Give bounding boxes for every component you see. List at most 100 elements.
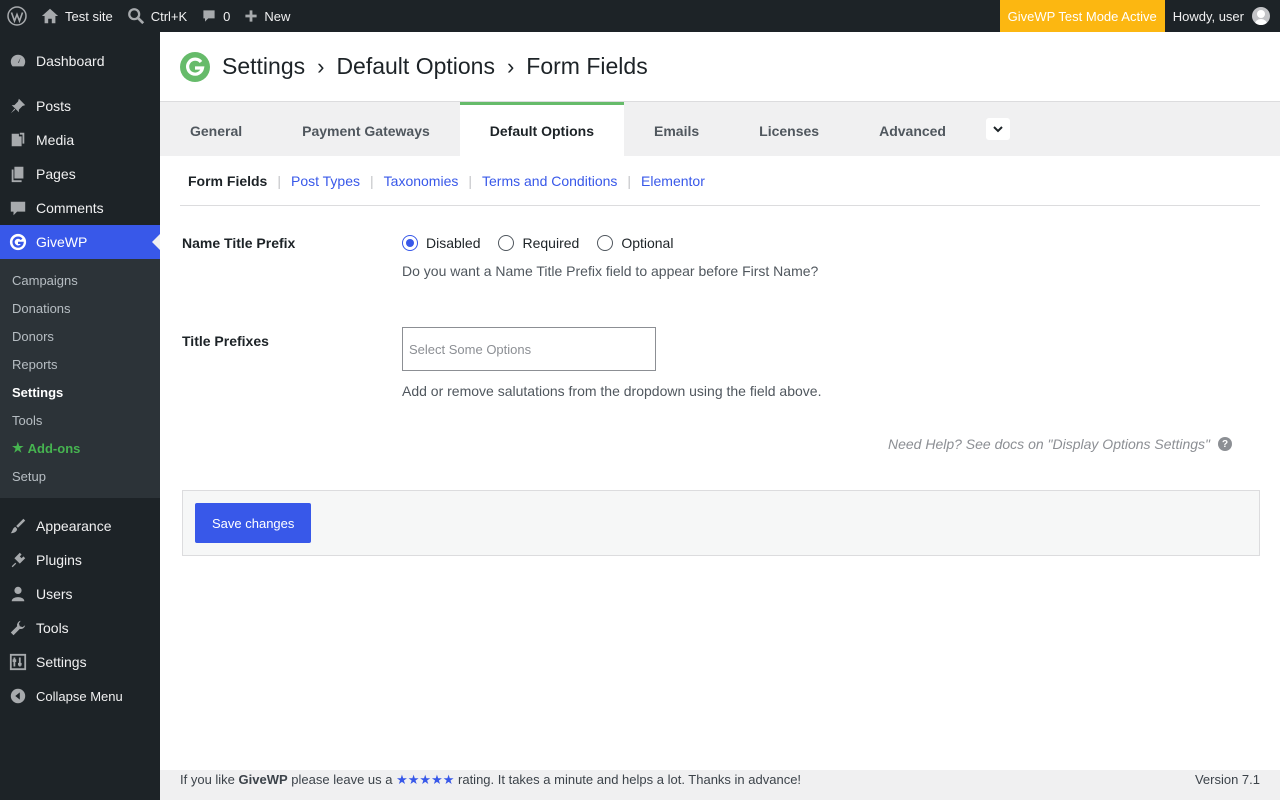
breadcrumb-separator: ›: [506, 53, 515, 79]
sidebar-item-users[interactable]: Users: [0, 577, 160, 611]
user-icon: [8, 584, 28, 604]
sidebar-item-label: Plugins: [36, 552, 82, 568]
subnav-divider: |: [627, 172, 632, 189]
sidebar-item-appearance[interactable]: Appearance: [0, 509, 160, 543]
sidebar-item-label: Media: [36, 132, 75, 148]
radio-required[interactable]: Required: [498, 235, 579, 251]
test-mode-badge[interactable]: GiveWP Test Mode Active: [999, 0, 1165, 32]
wrench-icon: [8, 618, 28, 638]
collapse-menu-button[interactable]: Collapse Menu: [0, 679, 160, 713]
tab-general[interactable]: General: [160, 102, 272, 156]
radio-button-checked[interactable]: [402, 235, 418, 251]
tab-emails[interactable]: Emails: [624, 102, 729, 156]
submenu-donations[interactable]: Donations: [0, 294, 160, 322]
main-content: Settings › Default Options › Form Fields…: [160, 32, 1280, 800]
breadcrumb-form-fields: Form Fields: [526, 53, 648, 79]
sidebar-item-plugins[interactable]: Plugins: [0, 543, 160, 577]
breadcrumb-default-options[interactable]: Default Options: [336, 53, 495, 80]
user-account-menu[interactable]: Howdy, user: [1165, 0, 1280, 32]
help-link[interactable]: Need Help? See docs on "Display Options …: [888, 436, 1232, 452]
site-name: Test site: [65, 8, 113, 24]
comment-icon: [203, 10, 215, 22]
site-link[interactable]: Test site: [34, 0, 120, 32]
command-search[interactable]: Ctrl+K: [120, 0, 194, 32]
comments-link[interactable]: 0: [194, 0, 237, 32]
submenu-tools[interactable]: Tools: [0, 406, 160, 434]
subnav-terms-and-conditions[interactable]: Terms and Conditions: [482, 173, 617, 189]
name-title-prefix-description: Do you want a Name Title Prefix field to…: [402, 263, 819, 279]
dashboard-icon: [8, 51, 28, 71]
settings-icon: [8, 652, 28, 672]
givewp-logo-icon: [180, 51, 210, 82]
sidebar-item-label: Tools: [36, 620, 69, 636]
plug-icon: [8, 550, 28, 570]
avatar: [1252, 7, 1270, 25]
collapse-label: Collapse Menu: [36, 688, 123, 704]
sidebar-item-label: GiveWP: [36, 234, 88, 250]
sidebar-item-pages[interactable]: Pages: [0, 157, 160, 191]
sidebar-item-label: Posts: [36, 98, 72, 114]
subnav-form-fields[interactable]: Form Fields: [188, 173, 267, 189]
sidebar-item-label: Comments: [36, 200, 104, 216]
tab-licenses[interactable]: Licenses: [729, 102, 849, 156]
sidebar-item-comments[interactable]: Comments: [0, 191, 160, 225]
new-label: New: [264, 8, 291, 24]
givewp-icon: [8, 232, 28, 252]
media-icon: [8, 130, 28, 150]
subnav-post-types[interactable]: Post Types: [291, 173, 360, 189]
sidebar-item-tools[interactable]: Tools: [0, 611, 160, 645]
rating-stars-link[interactable]: ★★★★★: [396, 772, 454, 787]
sidebar-item-posts[interactable]: Posts: [0, 89, 160, 123]
subnav-elementor[interactable]: Elementor: [641, 173, 705, 189]
subnav-divider: |: [370, 172, 374, 189]
radio-label: Required: [522, 235, 580, 251]
search-icon: [127, 8, 144, 25]
wordpress-logo-icon[interactable]: [0, 0, 34, 32]
subnav-taxonomies[interactable]: Taxonomies: [384, 173, 459, 189]
name-title-prefix-row: Name Title Prefix Disabled Required Opti…: [182, 235, 818, 279]
submenu-donors[interactable]: Donors: [0, 322, 160, 350]
radio-disabled[interactable]: Disabled: [402, 235, 480, 251]
sidebar-item-label: Settings: [36, 654, 87, 670]
chevron-down-icon: [993, 126, 1003, 133]
title-prefixes-select[interactable]: Select Some Options: [402, 327, 656, 371]
settings-panel: Form Fields | Post Types | Taxonomies | …: [160, 156, 1280, 770]
breadcrumb-settings[interactable]: Settings: [222, 53, 305, 80]
radio-button[interactable]: [597, 235, 614, 251]
name-title-prefix-label: Name Title Prefix: [182, 235, 296, 251]
save-bar: Save changes: [182, 490, 1260, 556]
sidebar-item-dashboard[interactable]: Dashboard: [0, 44, 160, 78]
submenu-setup[interactable]: Setup: [0, 462, 160, 490]
sidebar-item-settings[interactable]: Settings: [0, 645, 160, 679]
footer-rating-text: If you like GiveWP please leave us a ★★★…: [180, 772, 801, 788]
home-icon: [41, 8, 59, 24]
subnav-divider: |: [277, 172, 281, 189]
tab-default-options[interactable]: Default Options: [459, 102, 624, 156]
tab-payment-gateways[interactable]: Payment Gateways: [272, 102, 460, 156]
tab-advanced[interactable]: Advanced: [849, 102, 976, 156]
radio-label: Disabled: [426, 235, 481, 251]
radio-optional[interactable]: Optional: [597, 235, 673, 251]
sidebar-item-label: Dashboard: [36, 53, 105, 69]
sidebar-item-givewp[interactable]: GiveWP: [0, 225, 160, 259]
admin-bar: Test site Ctrl+K 0 New GiveWP Test Mode …: [0, 0, 1280, 32]
pages-icon: [8, 164, 28, 184]
submenu-campaigns[interactable]: Campaigns: [0, 266, 160, 294]
submenu-settings[interactable]: Settings: [0, 378, 160, 406]
sidebar-item-media[interactable]: Media: [0, 123, 160, 157]
submenu-addons[interactable]: ★ Add-ons: [0, 434, 160, 462]
more-tabs-button[interactable]: [986, 102, 1010, 156]
admin-footer: If you like GiveWP please leave us a ★★★…: [180, 772, 1260, 788]
save-changes-button[interactable]: Save changes: [195, 503, 312, 543]
howdy-text: Howdy, user: [1172, 8, 1244, 24]
footer-text: please leave us a: [291, 772, 393, 787]
sidebar-item-label: Appearance: [36, 518, 112, 534]
new-content-link[interactable]: New: [237, 0, 297, 32]
collapse-icon: [8, 686, 28, 706]
submenu-reports[interactable]: Reports: [0, 350, 160, 378]
star-icon: ★: [12, 440, 24, 455]
footer-text: If you like: [180, 772, 235, 787]
help-text: Need Help? See docs on "Display Options …: [887, 436, 1210, 452]
sidebar-item-label: Users: [36, 586, 73, 602]
radio-button[interactable]: [498, 235, 515, 251]
